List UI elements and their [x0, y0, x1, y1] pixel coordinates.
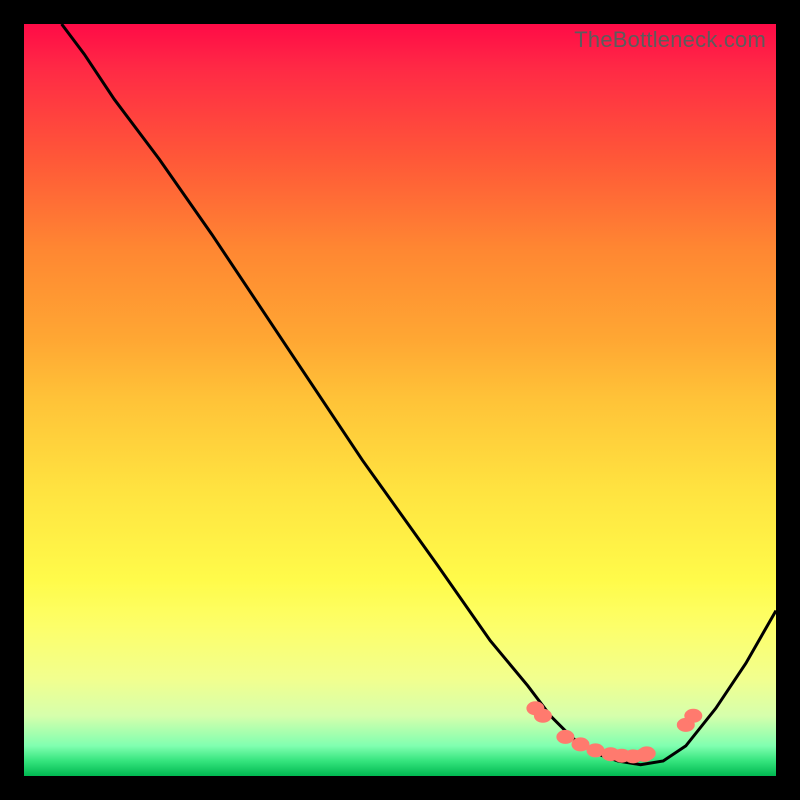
- marker-point: [556, 730, 574, 744]
- chart-svg: [24, 24, 776, 776]
- bottleneck-curve: [62, 24, 776, 765]
- marker-point: [684, 709, 702, 723]
- marker-point: [534, 709, 552, 723]
- frame-bottom: [0, 776, 800, 800]
- marker-point: [638, 746, 656, 760]
- plot-gradient-background: TheBottleneck.com: [24, 24, 776, 776]
